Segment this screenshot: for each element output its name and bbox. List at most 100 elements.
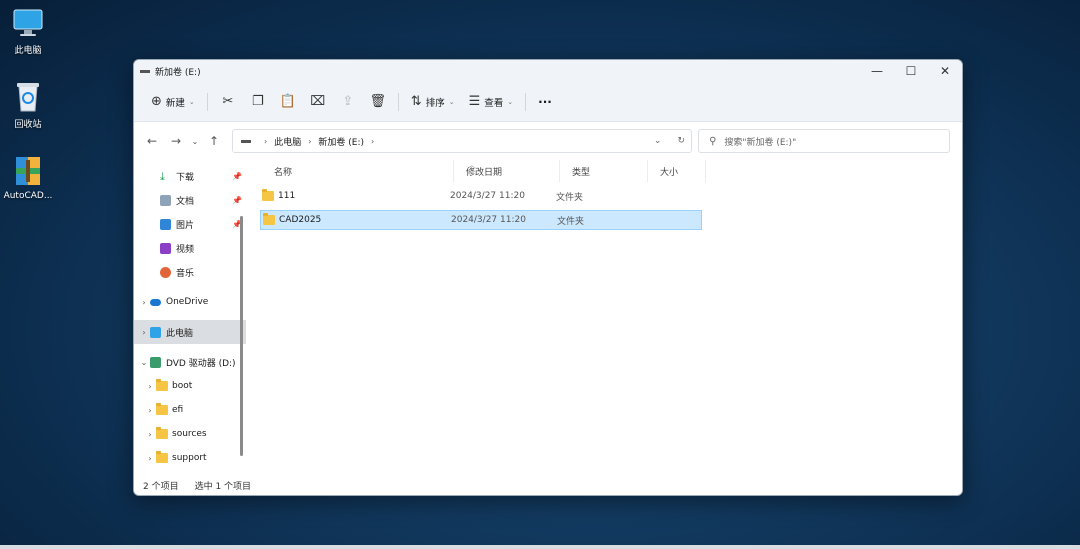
nav-item-label: boot [172,381,193,391]
nav-item-support[interactable]: › support [134,446,246,470]
nav-item-label: sources [172,429,207,439]
back-button[interactable]: ← [140,134,164,148]
column-header-label: 大小 [660,167,679,178]
nav-item-music[interactable]: 音乐 [134,260,246,284]
address-bar[interactable]: › 此电脑 › 新加卷 (E:) › ⌄ ↻ [232,129,692,153]
chevron-right-icon: › [371,136,375,146]
chevron-right-icon: › [308,136,312,146]
chevron-right-icon[interactable]: › [138,328,150,337]
nav-item-sources[interactable]: › sources [134,422,246,446]
cut-button[interactable]: ✂ [213,89,243,115]
rename-icon: ⌧ [310,94,326,109]
column-header-name[interactable]: 名称 [274,160,454,182]
picture-icon [160,218,171,230]
desktop-icon-this-pc[interactable]: 此电脑 [0,6,56,56]
music-icon [160,266,171,278]
column-header-label: 名称 [274,167,293,178]
arrow-left-icon: ← [146,134,158,148]
column-header-size[interactable]: 大小 [648,160,706,182]
share-button[interactable]: ⇪ [333,89,363,115]
forward-button[interactable]: → [164,134,188,148]
file-list: 名称 修改日期 类型 大小 ︿ 111 2024/3/27 11:20 文件夹 … [246,160,962,475]
title-bar[interactable]: 新加卷 (E:) — ☐ ✕ [134,60,962,82]
document-icon [160,194,171,206]
file-name: CAD2025 [279,215,322,225]
breadcrumb-this-pc[interactable]: 此电脑 [274,135,301,148]
column-headers: 名称 修改日期 类型 大小 ︿ [246,160,962,182]
folder-icon [156,451,168,463]
more-options-button[interactable]: ··· [531,89,559,115]
nav-item-this-pc[interactable]: › 此电脑 [134,320,246,344]
chevron-right-icon[interactable]: › [144,382,156,391]
nav-scrollbar[interactable] [240,164,243,476]
chevron-down-icon: ⌄ [507,97,514,106]
folder-icon [156,427,168,439]
nav-item-label: 文档 [176,196,195,207]
monitor-icon [11,6,45,40]
nav-item-boot[interactable]: › boot [134,374,246,398]
search-placeholder: 搜索"新加卷 (E:)" [724,137,797,148]
desktop-icon-label: 回收站 [14,120,42,130]
window-title: 新加卷 (E:) [155,67,201,78]
nav-item-label: 下载 [176,172,195,183]
folder-icon [156,379,168,391]
nav-item-label: 图片 [176,220,195,231]
address-history-chevron-icon[interactable]: ⌄ [654,136,662,146]
arrow-up-icon: ↑ [208,134,220,148]
refresh-icon[interactable]: ↻ [677,136,685,146]
command-bar: ⊕ 新建 ⌄ ✂ ❐ 📋 ⌧ ⇪ 🗑 ⇅ 排序 ⌄ ☰ 查看 ⌄ ··· [134,82,962,122]
nav-item-label: efi [172,405,184,415]
desktop-icon-recycle-bin[interactable]: 回收站 [0,80,56,130]
chevron-down-icon: ⌄ [448,97,455,106]
chevron-right-icon[interactable]: › [138,298,150,307]
nav-item-onedrive[interactable]: › OneDrive [134,290,246,314]
chevron-right-icon[interactable]: › [144,430,156,439]
breadcrumb-volume-e[interactable]: 新加卷 (E:) [318,135,364,148]
column-header-label: 类型 [572,167,591,178]
chevron-right-icon[interactable]: › [144,406,156,415]
file-type: 文件夹 [556,192,584,203]
nav-item-documents[interactable]: 文档 📌 [134,188,246,212]
view-button[interactable]: ☰ 查看 ⌄ [462,89,521,115]
address-row: ← → ⌄ ↑ › 此电脑 › 新加卷 (E:) › ⌄ ↻ ⚲ 搜索"新加卷 … [134,122,962,160]
scissors-icon: ✂ [222,94,234,109]
file-name: 111 [278,191,296,201]
desktop-icon-autocad-zip[interactable]: AutoCAD... [0,154,56,201]
dvd-drive-icon [150,356,161,368]
paste-button[interactable]: 📋 [273,89,303,115]
column-header-type[interactable]: 类型 [560,160,648,182]
file-row-cad2025[interactable]: CAD2025 2024/3/27 11:20 文件夹 [260,210,702,230]
minimize-button[interactable]: — [860,60,894,82]
close-button[interactable]: ✕ [928,60,962,82]
nav-item-downloads[interactable]: ⤓ 下载 📌 [134,164,246,188]
view-list-icon: ☰ [468,94,481,109]
copy-icon: ❐ [251,94,264,109]
chevron-down-icon: ⌄ [188,97,195,106]
file-explorer-window: 新加卷 (E:) — ☐ ✕ ⊕ 新建 ⌄ ✂ ❐ 📋 ⌧ ⇪ 🗑 ⇅ 排序 ⌄… [133,59,963,496]
copy-button[interactable]: ❐ [243,89,273,115]
sort-button[interactable]: ⇅ 排序 ⌄ [404,89,462,115]
new-button[interactable]: ⊕ 新建 ⌄ [144,89,202,115]
maximize-button[interactable]: ☐ [894,60,928,82]
up-button[interactable]: ↑ [202,134,226,148]
file-row-111[interactable]: 111 2024/3/27 11:20 文件夹 [260,186,702,206]
search-icon: ⚲ [709,135,717,147]
nav-item-pictures[interactable]: 图片 📌 [134,212,246,236]
file-date: 2024/3/27 11:20 [450,191,525,201]
search-box[interactable]: ⚲ 搜索"新加卷 (E:)" [698,129,950,153]
drive-icon [241,139,251,143]
nav-item-label: 此电脑 [166,328,194,339]
nav-item-dvd-drive[interactable]: ⌄ DVD 驱动器 (D:) [134,350,246,374]
drive-icon [140,69,150,73]
chevron-right-icon[interactable]: › [144,454,156,463]
nav-item-efi[interactable]: › efi [134,398,246,422]
nav-item-videos[interactable]: 视频 [134,236,246,260]
chevron-down-icon[interactable]: ⌄ [138,358,150,367]
recent-locations-button[interactable]: ⌄ [188,137,202,146]
selected-count: 选中 1 个项目 [194,481,252,492]
nav-scrollbar-thumb[interactable] [240,216,243,456]
rename-button[interactable]: ⌧ [303,89,333,115]
delete-button[interactable]: 🗑 [363,89,393,115]
nav-item-label: 视频 [176,244,195,255]
nav-item-label: OneDrive [166,297,209,307]
